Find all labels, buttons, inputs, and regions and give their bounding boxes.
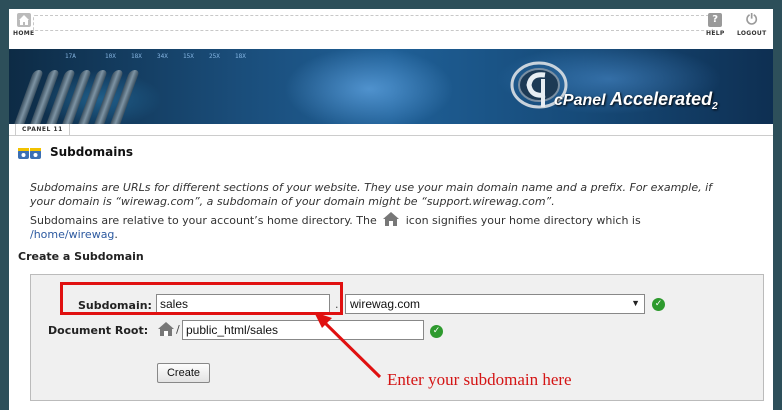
home-nav-label: HOME [13,30,35,37]
document-root-input[interactable] [182,320,424,340]
para-text-after-icon: icon signifies your home directory which… [405,214,641,227]
domain-select[interactable]: wirewag.com ▼ [345,294,645,314]
document-root-label: Document Root: [48,324,149,337]
docroot-valid-check-icon: ✓ [430,325,443,338]
breadcrumb: CPANEL 11 [9,124,773,136]
annotation-note: Enter your subdomain here [387,370,572,389]
subdomain-highlight-box [60,282,343,315]
banner-grid-number: 10X [105,53,116,60]
page-title: Subdomains [50,145,134,159]
banner-grid-number: 15X [183,53,194,60]
home-nav-item[interactable]: HOME [13,13,34,37]
home-icon [16,13,31,27]
description-line-2: your domain is “wirewag.com”, a subdomai… [30,195,555,208]
help-nav-item[interactable]: ? HELP [706,13,725,37]
docroot-home-icon [158,322,174,336]
home-directory-link[interactable]: /home/wirewag [30,228,114,241]
home-directory-paragraph: Subdomains are relative to your account’… [30,211,750,242]
dropdown-arrow-icon: ▼ [631,298,640,308]
brand-name: Accelerated [610,89,713,109]
banner-grid-number: 34X [157,53,168,60]
domain-selected-value: wirewag.com [350,297,421,311]
home-directory-suffix: . [114,228,118,241]
banner-grid-number: 25X [209,53,220,60]
para-text-before-icon: Subdomains are relative to your account’… [30,214,377,227]
top-search-area[interactable] [33,15,713,31]
home-directory-icon [383,212,400,226]
help-nav-label: HELP [706,30,725,37]
brand-wordmark: cPanel Accelerated2 [554,89,718,112]
banner-grid-number: 18X [235,53,246,60]
subdomains-icon [18,148,41,159]
docroot-slash: / [176,323,180,336]
help-icon: ? [708,13,723,27]
logout-icon: ⏻ [746,12,758,28]
cpanel-banner: 17A 10X 18X 34X 15X 25X 18X cPanel Accel… [9,49,773,124]
subdomain-valid-check-icon: ✓ [652,298,665,311]
banner-grid-number: 18X [131,53,142,60]
logout-nav-label: LOGOUT [737,30,767,37]
logout-nav-item[interactable]: ⏻ LOGOUT [737,13,767,37]
banner-grid-number: 17A [65,53,76,60]
create-button[interactable]: Create [157,363,210,383]
breadcrumb-item[interactable]: CPANEL 11 [15,124,70,135]
section-title: Create a Subdomain [18,250,144,263]
top-navigation: HOME ? HELP ⏻ LOGOUT [9,9,773,49]
description-line-1: Subdomains are URLs for different sectio… [30,181,713,194]
brand-suffix: 2 [712,101,718,113]
brand-prefix: cPanel [554,92,606,109]
